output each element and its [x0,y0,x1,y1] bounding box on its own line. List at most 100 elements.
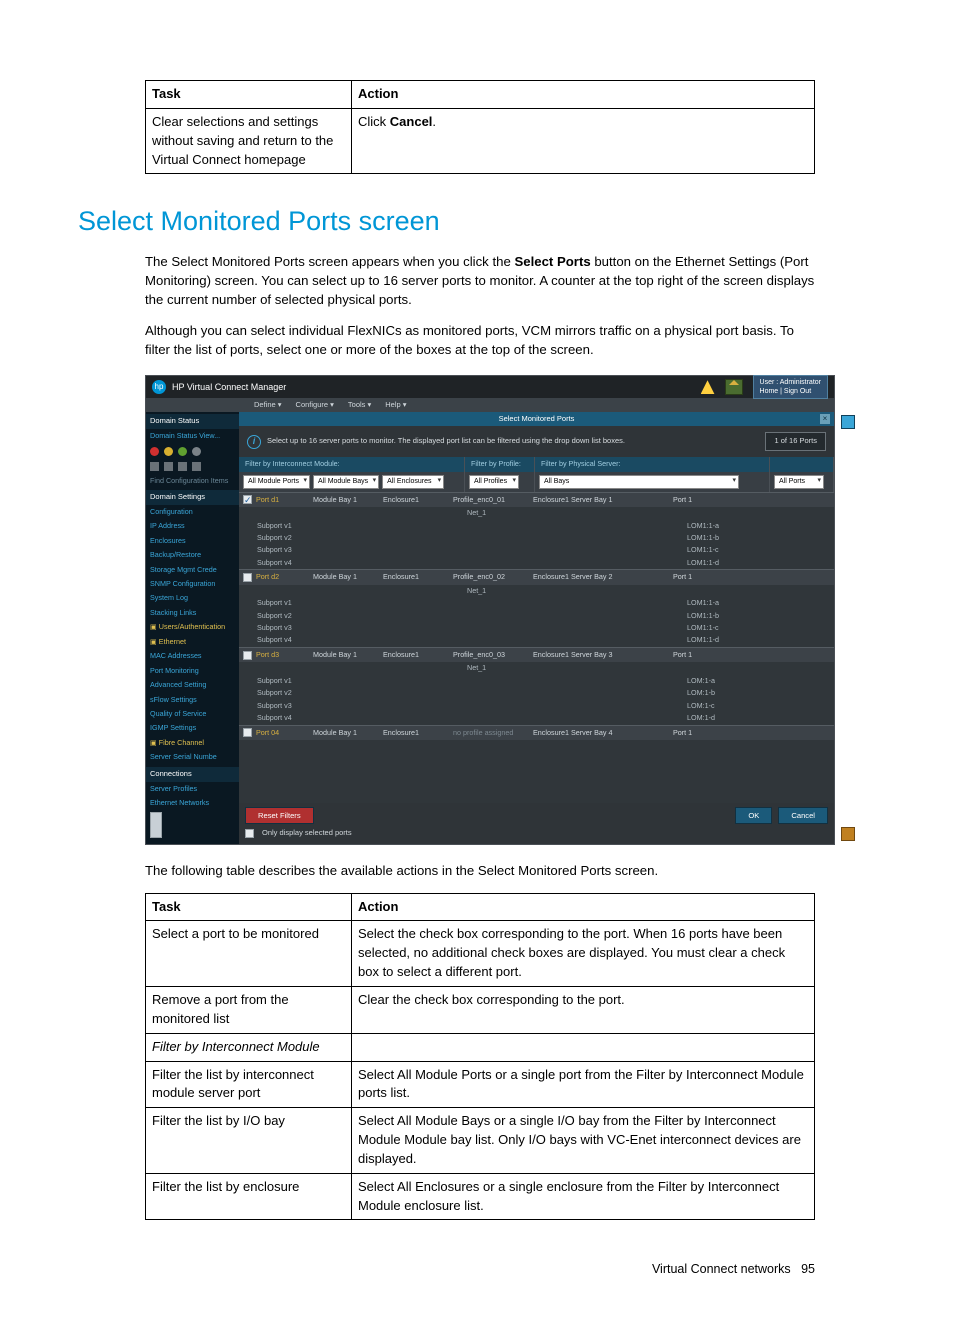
sidebar-item[interactable]: IGMP Settings [146,721,239,735]
breadcrumb-label: Select Monitored Ports [499,414,575,425]
section-heading: Select Monitored Ports screen [78,202,845,241]
status-dot-red [150,447,159,456]
sidebar-item[interactable]: MAC Addresses [146,649,239,663]
sidebar-fc-label: Fibre Channel [159,738,204,747]
subport-row: Subport v1LOM1:1-a [239,520,834,532]
filter-profile-hdr: Filter by Profile: [465,457,534,471]
subport-name: Subport v2 [239,532,669,544]
port-checkbox[interactable] [243,495,252,504]
subport-row: Subport v3LOM:1-c [239,700,834,712]
footer-label: Virtual Connect networks [652,1262,791,1276]
sidebar-find-config[interactable]: Find Configuration Items [146,474,239,488]
reset-filters-button[interactable]: Reset Filters [245,807,314,824]
sidebar-item[interactable]: Quality of Service [146,707,239,721]
menu-define[interactable]: Define ▾ [254,400,282,411]
subport-row: Subport v1LOM:1-a [239,675,834,687]
filter-bar: Filter by Interconnect Module: All Modul… [239,457,834,492]
subport-name: Subport v2 [239,687,669,699]
dd-module-bays[interactable]: All Module Bays [313,475,379,489]
subport-name: Subport v1 [239,597,669,609]
port-profile: Profile_enc0_01 [449,492,529,507]
user-line1: User : Administrator [760,378,821,387]
status-sq [164,462,173,471]
close-icon[interactable]: × [820,414,830,424]
sidebar-item[interactable]: Server Serial Numbe [146,750,239,764]
sidebar-item[interactable]: SNMP Configuration [146,577,239,591]
port-row: Port d1Module Bay 1Enclosure1Profile_enc… [239,492,834,507]
port-row: Port d3Module Bay 1Enclosure1Profile_enc… [239,647,834,662]
dd-module-ports[interactable]: All Module Ports [243,475,310,489]
ok-button[interactable]: OK [735,807,772,824]
port-checkbox[interactable] [243,728,252,737]
td-task: Filter by Interconnect Module [146,1033,352,1061]
th-action: Action [352,81,815,109]
subport-lom: LOM:1-d [669,712,834,725]
sidebar-item[interactable]: Ethernet Networks [146,796,239,810]
sidebar-item[interactable]: sFlow Settings [146,693,239,707]
port-checkbox[interactable] [243,573,252,582]
sidebar-item[interactable]: Port Monitoring [146,664,239,678]
home-icon[interactable] [725,379,743,395]
port-id: Port 04 [256,728,279,737]
only-selected-checkbox[interactable] [245,829,254,838]
user-box[interactable]: User : Administrator Home | Sign Out [753,375,828,399]
sidebar-domain-view[interactable]: Domain Status View... [146,429,239,443]
port-right: Port 1 [669,492,834,507]
subport-row: Subport v2LOM1:1-b [239,532,834,544]
dd-all-ports[interactable]: All Ports [774,475,824,489]
port-bay: Module Bay 1 [309,725,379,740]
port-enclosure: Enclosure1 [379,647,449,662]
sidebar-users-auth[interactable]: ▣ Users/Authentication [146,620,239,634]
sidebar-item[interactable]: Configuration [146,505,239,519]
port-net: Net_1 [449,662,529,674]
sidebar-item[interactable]: Stacking Links [146,606,239,620]
sidebar-item[interactable]: Server Profiles [146,782,239,796]
sidebar-item[interactable]: Enclosures [146,534,239,548]
subport-lom: LOM1:1-d [669,557,834,570]
menu-tools[interactable]: Tools ▾ [348,400,371,411]
page-footer: Virtual Connect networks 95 [145,1260,815,1278]
subport-row: Subport v4LOM1:1-d [239,557,834,570]
app-body: Domain Status Domain Status View... Find… [146,412,834,844]
sidebar-status-counts [146,459,239,474]
dd-profiles[interactable]: All Profiles [469,475,519,489]
menu-configure[interactable]: Configure ▾ [296,400,334,411]
td-task: Filter the list by enclosure [146,1173,352,1220]
sidebar-ethernet[interactable]: ▣ Ethernet [146,635,239,649]
subport-lom: LOM1:1-c [669,544,834,556]
subport-name: Subport v1 [239,675,669,687]
status-dot-grey [192,447,201,456]
action-strong: Cancel [390,114,433,129]
sidebar-item[interactable]: Backup/Restore [146,548,239,562]
sidebar-item[interactable]: System Log [146,591,239,605]
cancel-button[interactable]: Cancel [778,807,828,824]
sidebar-item[interactable]: IP Address [146,519,239,533]
port-net: Net_1 [449,507,529,519]
p1-pre: The Select Monitored Ports screen appear… [145,254,514,269]
td-task: Select a port to be monitored [146,921,352,987]
dd-enclosures[interactable]: All Enclosures [382,475,444,489]
subport-name: Subport v4 [239,712,669,725]
port-server: Enclosure1 Server Bay 1 [529,492,669,507]
port-id: Port d2 [256,572,279,581]
td-task: Filter the list by interconnect module s… [146,1061,352,1108]
th-task: Task [146,893,352,921]
port-row: Port 04Module Bay 1Enclosure1no profile … [239,725,834,740]
port-right: Port 1 [669,647,834,662]
sidebar-scroll-thumb[interactable] [150,812,162,838]
port-enclosure: Enclosure1 [379,492,449,507]
sidebar-connections-hdr: Connections [146,767,239,782]
port-checkbox[interactable] [243,651,252,660]
dd-bays[interactable]: All Bays [539,475,739,489]
menu-help[interactable]: Help ▾ [385,400,406,411]
port-bay: Module Bay 1 [309,492,379,507]
sidebar-users-label: Users/Authentication [159,622,225,631]
subport-row: Subport v2LOM1:1-b [239,610,834,622]
sidebar-item[interactable]: Advanced Setting [146,678,239,692]
footer-page: 95 [801,1262,815,1276]
port-enclosure: Enclosure1 [379,570,449,585]
subport-row: Subport v3LOM1:1-c [239,622,834,634]
td-action: Select All Module Ports or a single port… [352,1061,815,1108]
sidebar-item[interactable]: Storage Mgmt Crede [146,563,239,577]
sidebar-fibre-channel[interactable]: ▣ Fibre Channel [146,736,239,750]
